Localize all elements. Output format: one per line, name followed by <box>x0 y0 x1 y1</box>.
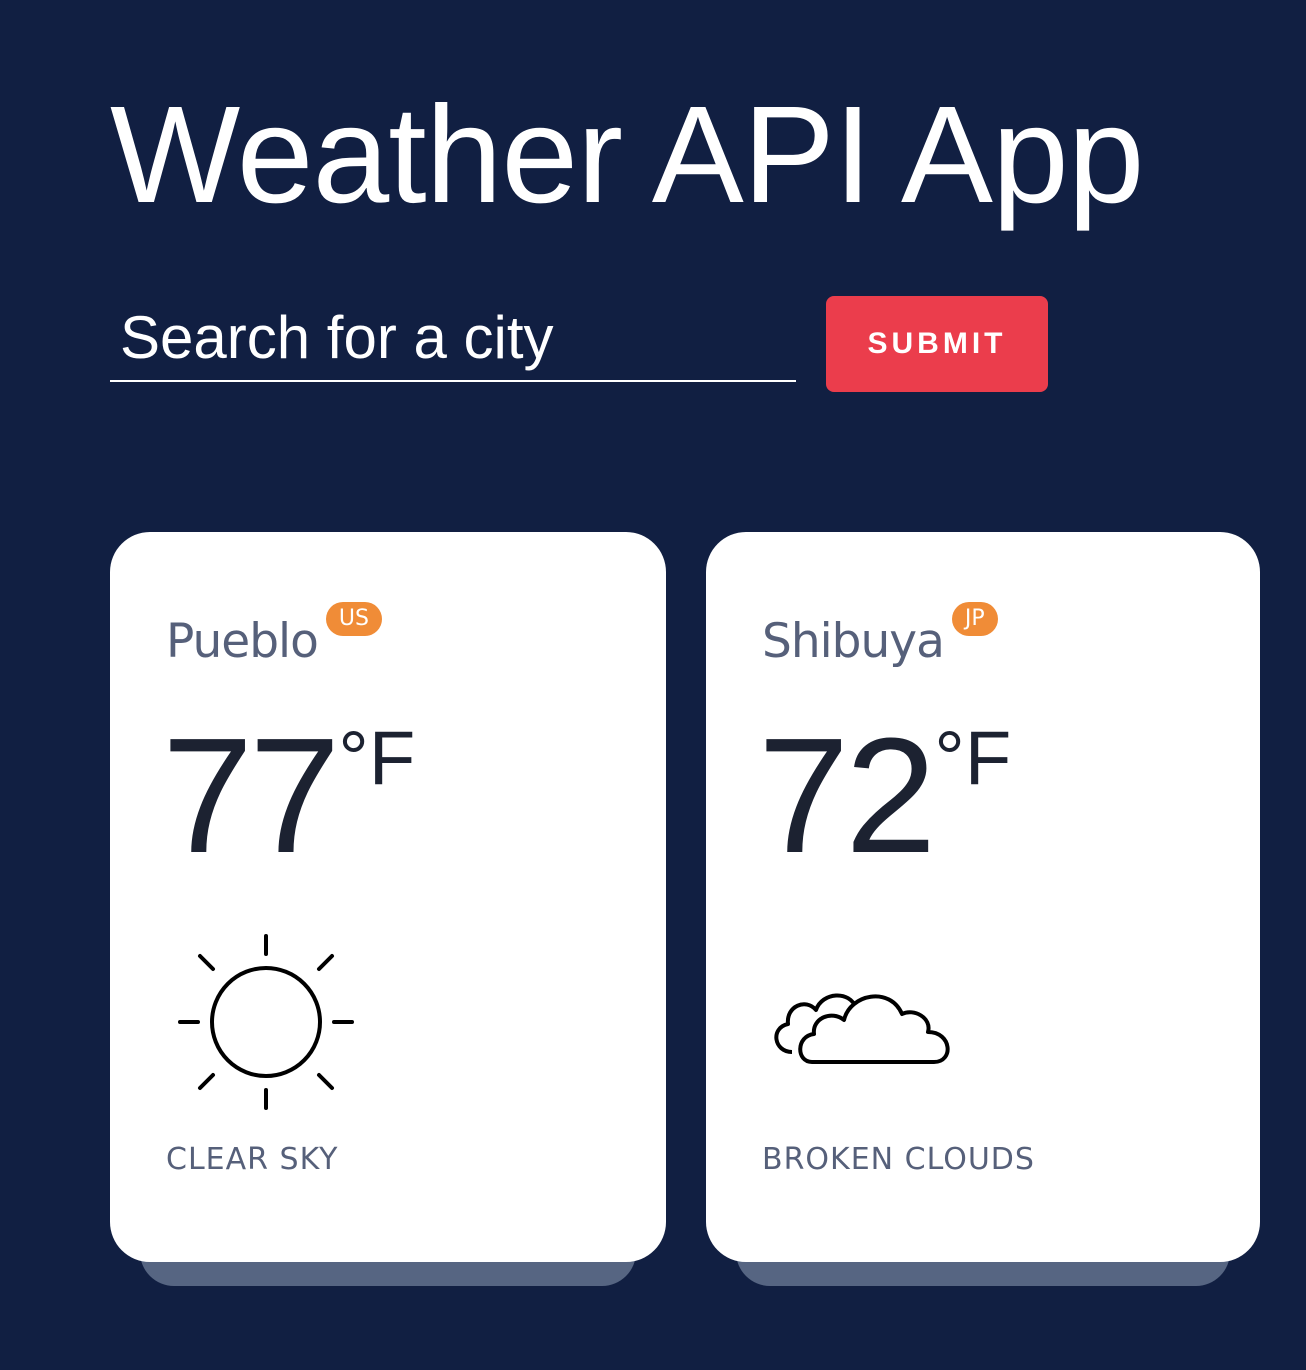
search-form: SUBMIT <box>110 296 1050 392</box>
city-card-pueblo: Pueblo US 77°F CLEAR SKY <box>110 532 666 1286</box>
broken-clouds-icon <box>774 993 950 1064</box>
city-card-shibuya: Shibuya JP 72°F BROKEN CLOUDS <box>706 532 1260 1286</box>
weather-description: CLEAR SKY <box>166 1142 339 1177</box>
temperature-value: 72 <box>758 704 936 887</box>
city-heading: Shibuya JP <box>762 601 998 674</box>
city-heading: Pueblo US <box>166 601 382 674</box>
weather-card: Pueblo US 77°F CLEAR SKY <box>110 532 666 1262</box>
submit-button[interactable]: SUBMIT <box>826 296 1048 392</box>
temperature-unit: °F <box>338 715 416 801</box>
country-badge: US <box>325 601 382 636</box>
weather-description: BROKEN CLOUDS <box>762 1142 1035 1177</box>
temperature: 72°F <box>758 714 1011 878</box>
temperature-unit: °F <box>934 715 1012 801</box>
country-badge: JP <box>951 601 998 636</box>
city-name: Pueblo <box>166 614 319 669</box>
city-search-input[interactable] <box>110 296 796 382</box>
page-title: Weather API App <box>110 78 1144 232</box>
temperature-value: 77 <box>162 704 340 887</box>
sun-icon <box>178 934 354 1110</box>
city-name: Shibuya <box>762 614 945 669</box>
temperature: 77°F <box>162 714 415 878</box>
weather-card: Shibuya JP 72°F BROKEN CLOUDS <box>706 532 1260 1262</box>
